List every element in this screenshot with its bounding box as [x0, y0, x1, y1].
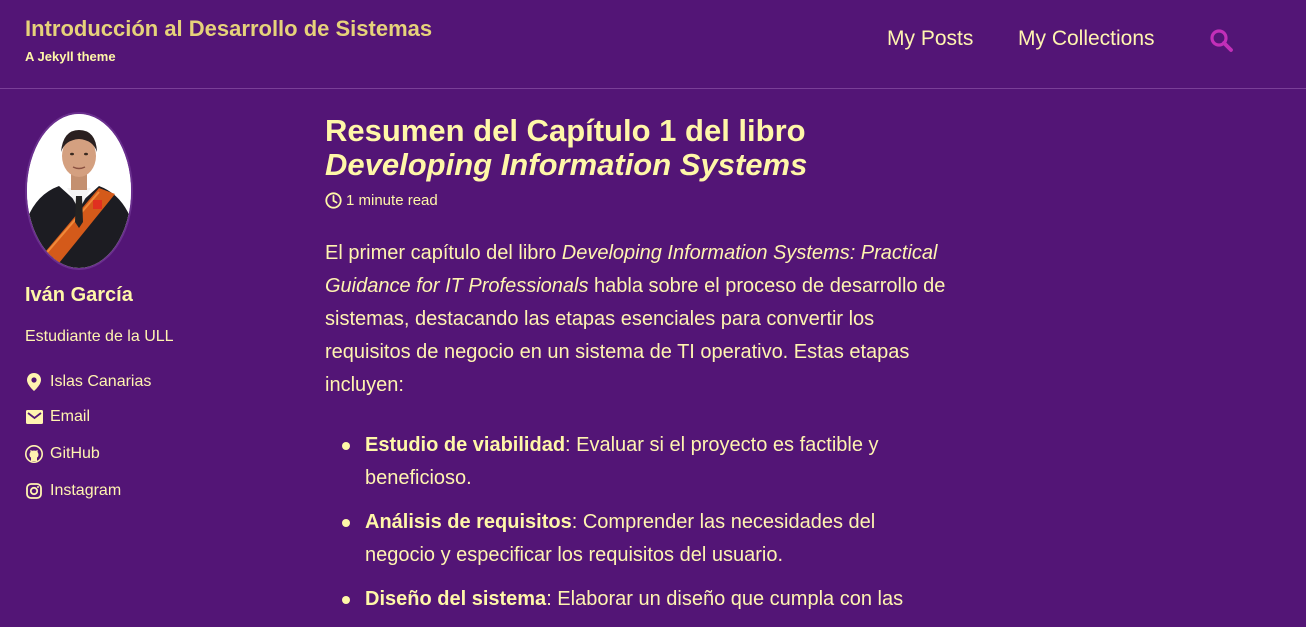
author-instagram-label: Instagram — [50, 482, 122, 499]
nav-my-collections[interactable]: My Collections — [1018, 27, 1155, 51]
author-instagram-link[interactable]: Instagram — [25, 482, 121, 500]
author-photo — [27, 114, 131, 268]
list-item: Estudio de viabilidad: Evaluar si el pro… — [325, 429, 945, 495]
stage-desc: : Elaborar un diseño que cumpla con las — [546, 588, 904, 610]
list-item: Diseño del sistema: Elaborar un diseño q… — [325, 583, 945, 616]
clock-icon — [325, 192, 342, 209]
envelope-icon — [25, 408, 43, 426]
read-time: 1 minute read — [325, 192, 438, 209]
avatar — [25, 112, 133, 270]
author-bio: Estudiante de la ULL — [25, 328, 174, 345]
stage-term: Análisis de requisitos — [365, 511, 572, 533]
stage-term: Estudio de viabilidad — [365, 434, 566, 456]
site-title-link[interactable]: Introducción al Desarrollo de Sistemas — [25, 16, 432, 42]
stages-list: Estudio de viabilidad: Evaluar si el pro… — [325, 429, 945, 627]
post-intro: El primer capítulo del libro Developing … — [325, 237, 965, 402]
map-marker-icon — [25, 373, 43, 391]
site-subtitle: A Jekyll theme — [25, 49, 116, 64]
post-title-book: Developing Information Systems — [325, 147, 808, 182]
nav-my-posts[interactable]: My Posts — [887, 27, 973, 51]
search-button[interactable] — [1207, 26, 1237, 56]
author-location: Islas Canarias — [25, 373, 151, 391]
intro-text-start: El primer capítulo del libro — [325, 242, 562, 264]
github-icon — [25, 445, 43, 463]
search-icon — [1210, 29, 1233, 52]
author-email-link[interactable]: Email — [25, 408, 90, 426]
author-location-label: Islas Canarias — [50, 373, 152, 390]
instagram-icon — [25, 482, 43, 500]
masthead: Introducción al Desarrollo de Sistemas A… — [0, 0, 1306, 89]
post-title-line1: Resumen del Capítulo 1 del libro — [325, 113, 806, 148]
author-email-label: Email — [50, 408, 91, 425]
read-time-label: 1 minute read — [346, 192, 438, 209]
list-item: Análisis de requisitos: Comprender las n… — [325, 506, 945, 572]
stage-term: Diseño del sistema — [365, 588, 547, 610]
post-title: Resumen del Capítulo 1 del libro Develop… — [325, 114, 807, 182]
author-github-label: GitHub — [50, 445, 100, 462]
author-github-link[interactable]: GitHub — [25, 445, 100, 463]
author-name: Iván García — [25, 284, 133, 306]
